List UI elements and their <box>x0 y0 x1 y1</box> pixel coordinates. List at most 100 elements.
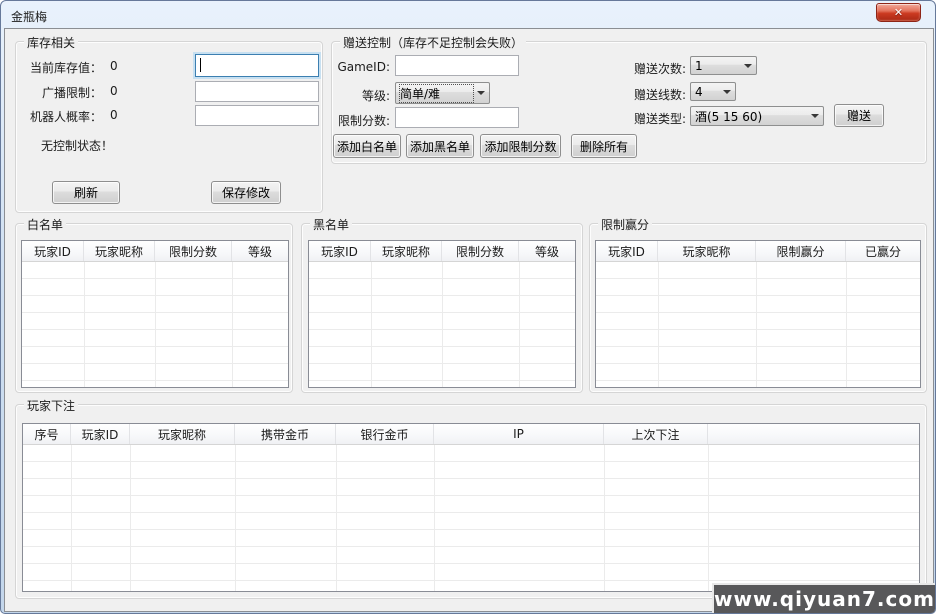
player-bets-group: 玩家下注 序号 玩家ID 玩家昵称 携带金币 银行金币 IP 上次下注 <box>15 404 927 599</box>
column-header[interactable]: 玩家昵称 <box>130 424 235 444</box>
whitelist-group: 白名单 玩家ID 玩家昵称 限制分数 等级 <box>15 223 293 393</box>
inventory-group: 库存相关 当前库存值： 0 广播限制： 0 机器人概率： 0 无控制状态！ 刷新… <box>15 41 323 213</box>
blacklist-group-title: 黑名单 <box>310 216 352 233</box>
refresh-button[interactable]: 刷新 <box>52 181 120 204</box>
title-bar[interactable]: 金瓶梅 ✕ <box>1 1 935 29</box>
grid-line <box>519 262 520 387</box>
control-status-text: 无控制状态！ <box>41 137 113 154</box>
gift-control-group-title: 赠送控制（库存不足控制会失败） <box>340 34 526 51</box>
add-whitelist-button[interactable]: 添加白名单 <box>333 134 401 158</box>
chevron-down-icon <box>811 114 819 122</box>
player-bets-group-title: 玩家下注 <box>24 397 78 414</box>
whitelist-body[interactable] <box>22 262 288 387</box>
column-header[interactable]: 玩家昵称 <box>84 241 155 261</box>
grid-line <box>756 262 757 387</box>
text-caret <box>200 58 201 72</box>
stock-value: 0 <box>110 59 118 73</box>
grid-line <box>658 262 659 387</box>
chevron-down-icon <box>744 64 752 72</box>
grid-line <box>442 262 443 387</box>
inventory-group-title: 库存相关 <box>24 34 78 51</box>
column-header[interactable]: 等级 <box>519 241 575 261</box>
player-bets-body[interactable] <box>23 445 919 591</box>
whitelist-group-title: 白名单 <box>24 216 66 233</box>
watermark-banner: www.qiyuan7.com <box>712 583 935 613</box>
grid-line <box>155 262 156 387</box>
broadcast-limit-value: 0 <box>110 84 118 98</box>
grid-line <box>708 445 709 591</box>
broadcast-limit-label: 广播限制： <box>24 84 102 101</box>
blacklist-header[interactable]: 玩家ID 玩家昵称 限制分数 等级 <box>309 241 575 262</box>
blacklist-group: 黑名单 玩家ID 玩家昵称 限制分数 等级 <box>301 223 583 393</box>
add-limit-score-button[interactable]: 添加限制分数 <box>480 134 561 158</box>
grid-line <box>434 445 435 591</box>
gift-lines-value: 4 <box>695 85 719 99</box>
robot-rate-value: 0 <box>110 108 118 122</box>
grid-line <box>235 445 236 591</box>
chevron-down-icon <box>723 90 731 98</box>
level-select-value: 简单/难 <box>400 85 473 102</box>
column-header[interactable]: 银行金币 <box>336 424 434 444</box>
column-header[interactable]: 已赢分 <box>846 241 920 261</box>
robot-rate-input[interactable] <box>195 105 319 126</box>
gameid-label: GameID: <box>332 60 390 74</box>
column-header[interactable]: 上次下注 <box>604 424 708 444</box>
column-header[interactable]: 限制分数 <box>155 241 232 261</box>
grid-line <box>336 445 337 591</box>
player-bets-header[interactable]: 序号 玩家ID 玩家昵称 携带金币 银行金币 IP 上次下注 <box>23 424 919 445</box>
gift-lines-select[interactable]: 4 <box>690 82 736 101</box>
client-area: 库存相关 当前库存值： 0 广播限制： 0 机器人概率： 0 无控制状态！ 刷新… <box>4 28 934 612</box>
gift-type-label: 赠送类型: <box>616 110 686 127</box>
blacklist-table[interactable]: 玩家ID 玩家昵称 限制分数 等级 <box>308 240 576 388</box>
column-header[interactable]: 玩家ID <box>309 241 371 261</box>
column-header[interactable]: 携带金币 <box>235 424 336 444</box>
grid-line <box>130 445 131 591</box>
column-header[interactable]: 玩家昵称 <box>371 241 442 261</box>
give-button[interactable]: 赠送 <box>834 104 884 127</box>
grid-line <box>846 262 847 387</box>
grid-line <box>604 445 605 591</box>
level-select[interactable]: 简单/难 <box>395 82 490 104</box>
limit-score-input[interactable] <box>395 107 519 128</box>
column-header[interactable]: 玩家昵称 <box>658 241 756 261</box>
gift-times-label: 赠送次数: <box>616 60 686 77</box>
delete-all-button[interactable]: 删除所有 <box>571 134 637 158</box>
close-icon: ✕ <box>894 6 903 19</box>
column-header[interactable] <box>708 424 919 444</box>
gift-times-select[interactable]: 1 <box>690 56 757 75</box>
column-header[interactable]: 限制赢分 <box>756 241 846 261</box>
robot-rate-label: 机器人概率： <box>24 108 102 125</box>
gift-times-value: 1 <box>695 59 740 73</box>
limit-win-header[interactable]: 玩家ID 玩家昵称 限制赢分 已赢分 <box>596 241 920 262</box>
column-header[interactable]: 玩家ID <box>22 241 84 261</box>
limit-win-group-title: 限制赢分 <box>598 216 652 233</box>
column-header[interactable]: 限制分数 <box>442 241 519 261</box>
column-header[interactable]: IP <box>434 424 604 444</box>
grid-line <box>232 262 233 387</box>
limit-score-label: 限制分数: <box>332 112 390 129</box>
save-changes-button[interactable]: 保存修改 <box>211 181 281 204</box>
limit-win-body[interactable] <box>596 262 920 387</box>
add-blacklist-button[interactable]: 添加黑名单 <box>406 134 474 158</box>
column-header[interactable]: 等级 <box>232 241 288 261</box>
limit-win-table[interactable]: 玩家ID 玩家昵称 限制赢分 已赢分 <box>595 240 921 388</box>
blacklist-body[interactable] <box>309 262 575 387</box>
close-button[interactable]: ✕ <box>876 3 921 22</box>
column-header[interactable]: 序号 <box>23 424 71 444</box>
chevron-down-icon <box>477 91 485 99</box>
stock-value-label: 当前库存值： <box>24 59 102 76</box>
whitelist-table[interactable]: 玩家ID 玩家昵称 限制分数 等级 <box>21 240 289 388</box>
player-bets-table[interactable]: 序号 玩家ID 玩家昵称 携带金币 银行金币 IP 上次下注 <box>22 423 920 592</box>
gameid-input[interactable] <box>395 55 519 76</box>
gift-type-select[interactable]: 酒(5 15 60) <box>690 106 824 126</box>
gift-type-value: 酒(5 15 60) <box>695 108 807 125</box>
gift-lines-label: 赠送线数: <box>616 86 686 103</box>
gift-control-group: 赠送控制（库存不足控制会失败） GameID: 等级: 简单/难 限制分数: 添… <box>331 41 927 164</box>
level-label: 等级: <box>332 87 390 104</box>
grid-line <box>84 262 85 387</box>
broadcast-limit-input[interactable] <box>195 81 319 102</box>
whitelist-header[interactable]: 玩家ID 玩家昵称 限制分数 等级 <box>22 241 288 262</box>
stock-value-input[interactable] <box>195 54 319 77</box>
column-header[interactable]: 玩家ID <box>71 424 130 444</box>
column-header[interactable]: 玩家ID <box>596 241 658 261</box>
